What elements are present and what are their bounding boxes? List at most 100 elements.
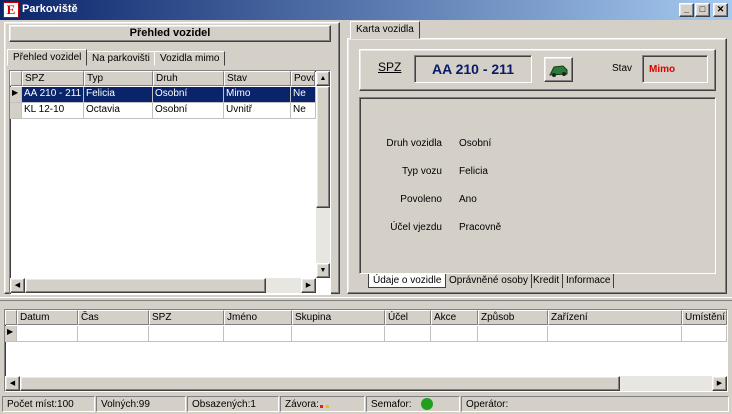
vertical-scrollbar[interactable]: ▲ ▼ xyxy=(316,71,330,278)
row-pointer-icon: ▶ xyxy=(10,87,22,103)
cell-zpusob xyxy=(478,326,548,342)
col-header-datum[interactable]: Datum xyxy=(17,310,78,325)
cell-spz: KL 12-10 xyxy=(22,103,84,119)
log-grid: Datum Čas SPZ Jméno Skupina Účel Akce Zp… xyxy=(4,309,728,392)
typ-value: Felicia xyxy=(459,166,488,177)
col-header-spz[interactable]: SPZ xyxy=(149,310,224,325)
col-header-ucel[interactable]: Účel xyxy=(385,310,431,325)
druh-label: Druh vozidla xyxy=(386,138,442,149)
tab-informace[interactable]: Informace xyxy=(563,274,615,288)
col-header-jmeno[interactable]: Jméno xyxy=(224,310,292,325)
cell-povoleno: Ne xyxy=(291,103,316,119)
scroll-up-icon[interactable]: ▲ xyxy=(316,71,330,86)
scroll-left-icon[interactable]: ◀ xyxy=(5,376,20,391)
cell-spz: AA 210 - 211 xyxy=(22,87,84,103)
status-semafor: Semafor: xyxy=(366,396,460,412)
car-icon xyxy=(549,65,568,77)
tab-udaje-o-vozidle[interactable]: Údaje o vozidle xyxy=(368,274,447,288)
cell-typ: Felicia xyxy=(84,87,153,103)
col-header-stav[interactable]: Stav xyxy=(224,71,291,86)
row-indicator-header xyxy=(10,71,22,86)
hscroll-thumb[interactable] xyxy=(25,278,266,293)
col-header-druh[interactable]: Druh xyxy=(153,71,224,86)
cell-druh: Osobní xyxy=(153,87,224,103)
cell-stav: Mimo xyxy=(224,87,291,103)
status-obsazenych: Obsazených:1 xyxy=(187,396,279,412)
col-header-zpusob[interactable]: Způsob xyxy=(478,310,548,325)
log-horizontal-scrollbar[interactable]: ◀ ▶ xyxy=(5,376,727,391)
zavora-label: Závora: xyxy=(285,399,319,410)
status-zavora: Závora: xyxy=(280,396,365,412)
zavora-red-indicator xyxy=(320,405,323,408)
tab-na-parkovisti[interactable]: Na parkovišti xyxy=(86,51,156,66)
row-pointer-icon: ▶ xyxy=(5,326,17,342)
col-header-cas[interactable]: Čas xyxy=(78,310,149,325)
splitter[interactable] xyxy=(0,297,732,301)
spz-value: AA 210 - 211 xyxy=(414,55,532,83)
cell-spz xyxy=(149,326,224,342)
cell-jmeno xyxy=(224,326,292,342)
status-volnych: Volných:99 xyxy=(96,396,186,412)
status-operator: Operátor: xyxy=(461,396,729,412)
title-bar: E Parkoviště _ □ ✕ xyxy=(0,0,732,20)
horizontal-scrollbar[interactable]: ◀ ▶ xyxy=(10,278,316,293)
vehicle-details-box: Druh vozidla Osobní Typ vozu Felicia Pov… xyxy=(359,97,716,274)
col-header-typ[interactable]: Typ xyxy=(84,71,153,86)
tab-prehled-vozidel[interactable]: Přehled vozidel xyxy=(7,49,88,66)
cell-cas xyxy=(78,326,149,342)
table-row[interactable]: ▶ xyxy=(5,326,727,342)
scroll-thumb[interactable] xyxy=(316,86,330,208)
cell-datum xyxy=(17,326,78,342)
druh-value: Osobní xyxy=(459,138,492,149)
scroll-down-icon[interactable]: ▼ xyxy=(316,263,330,278)
cell-ucel xyxy=(385,326,431,342)
row-indicator-header xyxy=(5,310,17,325)
cell-typ: Octavia xyxy=(84,103,153,119)
cell-druh: Osobní xyxy=(153,103,224,119)
col-header-skupina[interactable]: Skupina xyxy=(292,310,385,325)
povoleno-value: Ano xyxy=(459,194,477,205)
hscroll-thumb[interactable] xyxy=(20,376,620,391)
scroll-left-icon[interactable]: ◀ xyxy=(10,278,25,293)
app-icon: E xyxy=(3,2,19,18)
tab-vozidla-mimo[interactable]: Vozidla mimo xyxy=(154,51,226,66)
cell-zarizeni xyxy=(548,326,682,342)
spz-label: SPZ xyxy=(378,60,402,74)
col-header-akce[interactable]: Akce xyxy=(431,310,478,325)
car-button[interactable] xyxy=(544,57,573,82)
cell-umisteni xyxy=(682,326,727,342)
tab-kredit[interactable]: Kredit xyxy=(530,274,564,288)
cell-stav: Uvnitř xyxy=(224,103,291,119)
cell-akce xyxy=(431,326,478,342)
col-header-umisteni[interactable]: Umístění xyxy=(682,310,727,325)
tab-karta-vozidla[interactable]: Karta vozidla xyxy=(350,21,420,39)
vehicle-grid: SPZ Typ Druh Stav Povo ▶ AA 210 - 211 Fe… xyxy=(9,70,331,295)
povoleno-label: Povoleno xyxy=(400,194,442,205)
col-header-zarizeni[interactable]: Zařízení xyxy=(548,310,682,325)
cell-povoleno: Ne xyxy=(291,87,316,103)
minimize-button[interactable]: _ xyxy=(679,3,694,17)
semafor-label: Semafor: xyxy=(371,399,412,410)
tab-opravnene-osoby[interactable]: Oprávněné osoby xyxy=(446,274,532,288)
ucel-value: Pracovně xyxy=(459,222,502,233)
col-header-povoleno[interactable]: Povo xyxy=(291,71,315,86)
row-indicator xyxy=(10,103,22,119)
panel-header: Přehled vozidel xyxy=(9,25,331,42)
col-header-spz[interactable]: SPZ xyxy=(22,71,84,86)
window-title: Parkoviště xyxy=(22,3,78,15)
table-row[interactable]: KL 12-10 Octavia Osobní Uvnitř Ne xyxy=(10,103,316,119)
zavora-yellow-indicator xyxy=(326,405,329,408)
status-pocet-mist: Počet míst:100 xyxy=(2,396,95,412)
typ-label: Typ vozu xyxy=(401,166,442,177)
scroll-right-icon[interactable]: ▶ xyxy=(301,278,316,293)
maximize-button[interactable]: □ xyxy=(695,3,710,17)
scroll-right-icon[interactable]: ▶ xyxy=(712,376,727,391)
semafor-green-light xyxy=(421,398,433,410)
ucel-label: Účel vjezdu xyxy=(390,222,442,233)
table-row[interactable]: ▶ AA 210 - 211 Felicia Osobní Mimo Ne xyxy=(10,87,316,103)
stav-value: Mimo xyxy=(642,55,708,83)
stav-label: Stav xyxy=(612,63,633,74)
spz-header-box: SPZ AA 210 - 211 Stav Mimo xyxy=(359,49,716,91)
cell-skupina xyxy=(292,326,385,342)
close-button[interactable]: ✕ xyxy=(713,3,728,17)
